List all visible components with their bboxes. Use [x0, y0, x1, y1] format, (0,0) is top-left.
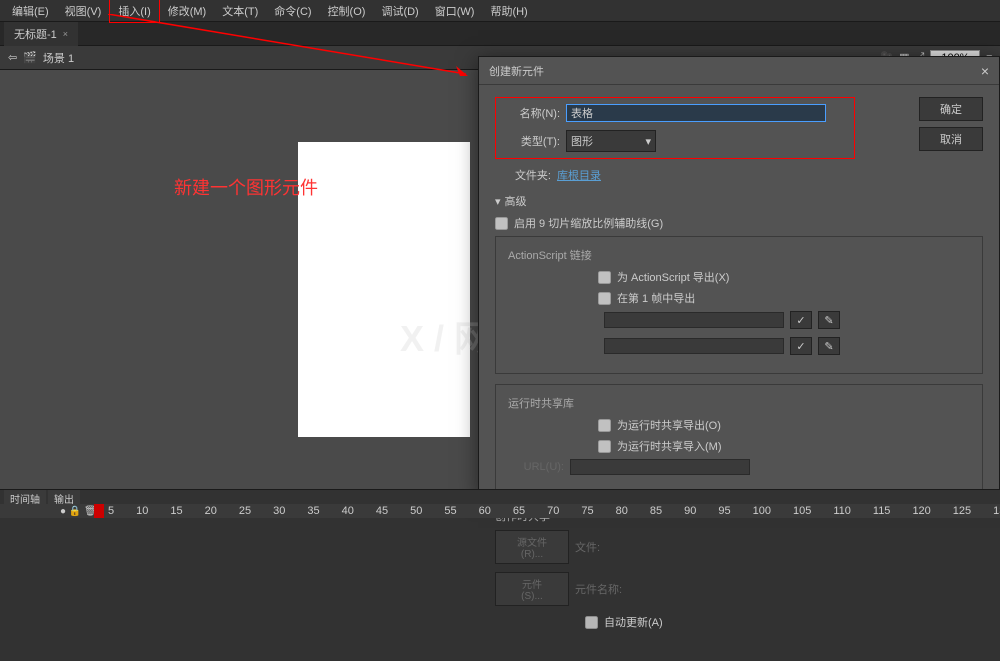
- tab-timeline[interactable]: 时间轴: [4, 490, 46, 504]
- baseclass-field: [604, 338, 784, 354]
- dialog-close-icon[interactable]: ×: [981, 63, 989, 79]
- menu-command[interactable]: 命令(C): [266, 0, 319, 22]
- menu-text[interactable]: 文本(T): [214, 0, 266, 22]
- runtime-title: 运行时共享库: [508, 395, 970, 411]
- menu-control[interactable]: 控制(O): [320, 0, 374, 22]
- guides-checkbox: [495, 217, 508, 230]
- url-label: URL(U):: [508, 461, 564, 473]
- symbol-label: 元件名称:: [575, 581, 622, 597]
- type-label: 类型(T):: [504, 133, 560, 149]
- author-group: 创作时共享 源文件 (R)...文件: 元件(S)...元件名称: 自动更新(A…: [495, 504, 983, 639]
- document-tabs: 无标题-1 ×: [0, 22, 1000, 46]
- chevron-down-icon: ▾: [495, 195, 501, 208]
- timeline-panel: 时间轴 输出 ● 🔒 🗑 510152025303540455055606570…: [0, 489, 1000, 517]
- scene-label: 场景 1: [43, 50, 74, 66]
- auto-update-checkbox: [585, 616, 598, 629]
- document-tab[interactable]: 无标题-1 ×: [4, 22, 78, 46]
- tab-output[interactable]: 输出: [48, 490, 80, 504]
- name-input[interactable]: [566, 104, 826, 122]
- menu-debug[interactable]: 调试(D): [373, 0, 426, 22]
- rt-import-checkbox: [598, 440, 611, 453]
- create-symbol-dialog: 创建新元件 × 确定 取消 名称(N): 类型(T): 图形 ▾ 文件夹: 库根…: [478, 56, 1000, 494]
- check-icon: ✓: [790, 311, 812, 329]
- close-icon[interactable]: ×: [63, 29, 68, 39]
- advanced-label: 高级: [505, 193, 527, 209]
- as-frame1-checkbox: [598, 292, 611, 305]
- url-field: [570, 459, 750, 475]
- as-export-checkbox: [598, 271, 611, 284]
- scene-icon: 🎬: [23, 51, 37, 64]
- frame-numbers: 5101520253035404550556065707580859095100…: [108, 505, 1000, 517]
- timeline-ruler[interactable]: ● 🔒 🗑 5101520253035404550556065707580859…: [0, 504, 1000, 518]
- folder-label: 文件夹:: [495, 167, 551, 183]
- menu-view[interactable]: 视图(V): [57, 0, 110, 22]
- menu-edit[interactable]: 编辑(E): [4, 0, 57, 22]
- menu-insert[interactable]: 插入(I): [109, 0, 159, 23]
- folder-link[interactable]: 库根目录: [557, 167, 601, 183]
- guides-label: 启用 9 切片缩放比例辅助线(G): [514, 215, 663, 231]
- back-icon[interactable]: ⇦: [8, 51, 17, 64]
- edit-icon: ✎: [818, 311, 840, 329]
- file-label: 文件:: [575, 539, 600, 555]
- chevron-down-icon: ▾: [645, 135, 651, 148]
- edit-icon: ✎: [818, 337, 840, 355]
- canvas[interactable]: [298, 142, 470, 437]
- advanced-toggle[interactable]: ▾ 高级: [495, 193, 983, 209]
- dialog-titlebar: 创建新元件 ×: [479, 57, 999, 85]
- source-file-button: 源文件 (R)...: [495, 530, 569, 564]
- tab-label: 无标题-1: [14, 26, 57, 42]
- menu-window[interactable]: 窗口(W): [427, 0, 483, 22]
- ok-button[interactable]: 确定: [919, 97, 983, 121]
- cancel-button[interactable]: 取消: [919, 127, 983, 151]
- dialog-title: 创建新元件: [489, 63, 544, 79]
- menu-help[interactable]: 帮助(H): [482, 0, 535, 22]
- playhead[interactable]: [94, 504, 104, 518]
- as-title: ActionScript 链接: [508, 247, 970, 263]
- highlight-box: 名称(N): 类型(T): 图形 ▾: [495, 97, 855, 159]
- actionscript-group: ActionScript 链接 为 ActionScript 导出(X) 在第 …: [495, 236, 983, 374]
- type-value: 图形: [571, 133, 593, 149]
- annotation-text: 新建一个图形元件: [174, 174, 318, 200]
- menu-modify[interactable]: 修改(M): [160, 0, 215, 22]
- menu-bar: 编辑(E) 视图(V) 插入(I) 修改(M) 文本(T) 命令(C) 控制(O…: [0, 0, 1000, 22]
- name-label: 名称(N):: [504, 105, 560, 121]
- symbol-button: 元件(S)...: [495, 572, 569, 606]
- runtime-group: 运行时共享库 为运行时共享导出(O) 为运行时共享导入(M) URL(U):: [495, 384, 983, 494]
- rt-export-checkbox: [598, 419, 611, 432]
- check-icon: ✓: [790, 337, 812, 355]
- type-select[interactable]: 图形 ▾: [566, 130, 656, 152]
- class-field: [604, 312, 784, 328]
